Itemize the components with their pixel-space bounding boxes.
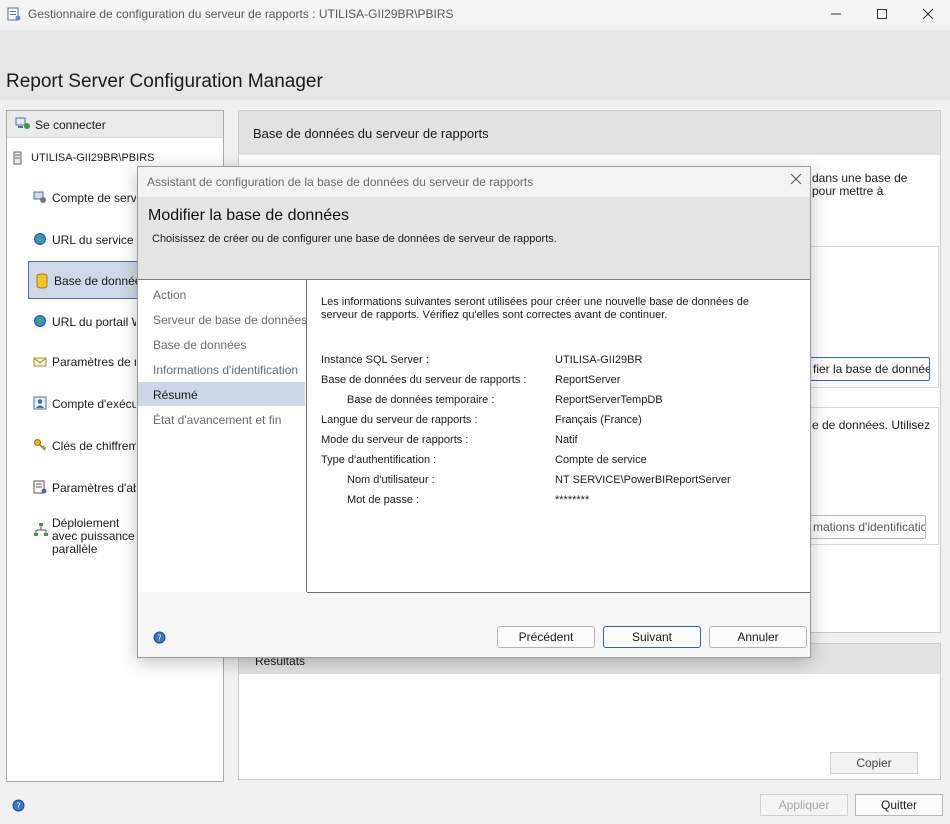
sidebar-item-label: Base de données <box>54 274 138 288</box>
minimize-button[interactable] <box>813 0 859 28</box>
copy-button[interactable]: Copier <box>830 752 918 774</box>
step-label: Serveur de base de données <box>153 313 308 327</box>
apply-button[interactable]: Appliquer <box>760 794 848 816</box>
svg-text:?: ? <box>16 802 20 811</box>
summary-key: Base de données du serveur de rapports : <box>321 374 527 386</box>
next-button[interactable]: Suivant <box>603 626 701 648</box>
summary-value: ReportServerTempDB <box>555 394 663 406</box>
dialog-header: Modifier la base de données Choisissez d… <box>138 197 810 280</box>
cancel-button[interactable]: Annuler <box>709 626 807 648</box>
dialog-close-button[interactable] <box>786 171 806 191</box>
sidebar-item-label: Compte d'exécution <box>52 397 136 411</box>
summary-pane: Les informations suivantes seront utilis… <box>307 280 810 593</box>
help-icon[interactable]: ? <box>153 631 166 647</box>
summary-value: Français (France) <box>555 414 642 426</box>
connect-icon <box>15 117 31 134</box>
server-icon <box>13 151 23 168</box>
minimize-icon <box>831 13 841 15</box>
content-description-2: pour mettre à <box>812 184 884 198</box>
summary-value: UTILISA-GII29BR <box>555 354 643 366</box>
app-title: Report Server Configuration Manager <box>6 71 323 92</box>
database-panel-header: Base de données du serveur de rapports <box>239 111 940 155</box>
maximize-icon <box>877 9 887 19</box>
title-bar: Gestionnaire de configuration du serveur… <box>0 0 950 30</box>
sidebar-item-label: Paramètres de messagerie <box>52 355 136 369</box>
web-url-icon <box>33 232 47 246</box>
portal-url-icon <box>33 314 47 328</box>
database-icon <box>35 273 49 289</box>
dialog-subheading: Choisissez de créer ou de configurer une… <box>152 233 557 245</box>
close-icon <box>922 8 934 20</box>
step-label: Base de données <box>153 338 247 352</box>
sidebar-item-label: Déploiement avec puissance parallèle <box>52 517 135 556</box>
window-title: Gestionnaire de configuration du serveur… <box>28 7 454 21</box>
svg-text:?: ? <box>157 634 161 643</box>
summary-key: Mode du serveur de rapports : <box>321 434 469 446</box>
maximize-button[interactable] <box>859 0 905 28</box>
step-action[interactable]: Action <box>138 282 305 306</box>
content-description-3: e de données. Utilisez <box>812 418 931 432</box>
app-window: Gestionnaire de configuration du serveur… <box>0 0 950 824</box>
database-wizard-dialog: Assistant de configuration de la base de… <box>137 166 811 658</box>
connect-button[interactable]: Se connecter <box>7 111 223 138</box>
sidebar-item-database[interactable]: Base de données <box>28 261 140 299</box>
server-name: UTILISA-GII29BR\PBIRS <box>31 152 155 164</box>
summary-key: Nom d'utilisateur : <box>347 474 435 486</box>
sidebar-item-label: Paramètres d'abonnement <box>52 481 136 495</box>
step-database[interactable]: Base de données <box>138 332 305 356</box>
step-progress-finish[interactable]: État d'avancement et fin <box>138 407 305 431</box>
service-account-icon <box>33 190 47 204</box>
summary-value: Compte de service <box>555 454 647 466</box>
app-icon <box>7 7 21 21</box>
dialog-footer: ? Précédent Suivant Annuler <box>138 593 810 657</box>
dialog-title-bar: Assistant de configuration de la base de… <box>138 167 810 197</box>
summary-value: NT SERVICE\PowerBIReportServer <box>555 474 731 486</box>
summary-intro: Les informations suivantes seront utilis… <box>321 296 750 321</box>
app-header: Report Server Configuration Manager <box>0 30 950 100</box>
database-panel-title: Base de données du serveur de rapports <box>253 126 489 141</box>
scale-out-icon <box>33 522 48 536</box>
step-label: État d'avancement et fin <box>153 413 282 427</box>
summary-value: ******** <box>555 494 590 506</box>
summary-key: Mot de passe : <box>347 494 420 506</box>
connect-label: Se connecter <box>35 118 106 132</box>
subscription-settings-icon <box>33 480 47 494</box>
summary-value: Natif <box>555 434 578 446</box>
sidebar-item-label: URL du portail Web <box>52 315 136 329</box>
help-icon[interactable]: ? <box>12 799 25 815</box>
step-credentials[interactable]: Informations d'identification <box>138 357 305 381</box>
sidebar-item-label: URL du service Web <box>52 233 136 247</box>
close-icon <box>790 173 802 185</box>
dialog-title: Assistant de configuration de la base de… <box>147 175 534 189</box>
close-button[interactable] <box>905 0 950 28</box>
email-settings-icon <box>33 354 47 368</box>
sidebar-item-label: Clés de chiffrement <box>52 439 136 453</box>
step-label: Résumé <box>153 388 198 402</box>
wizard-steps: Action Serveur de base de données Base d… <box>138 280 307 592</box>
summary-key: Langue du serveur de rapports : <box>321 414 478 426</box>
summary-key: Base de données temporaire : <box>347 394 495 406</box>
summary-value: ReportServer <box>555 374 621 386</box>
quit-button[interactable]: Quitter <box>855 794 943 816</box>
encryption-keys-icon <box>33 438 47 452</box>
summary-key: Instance SQL Server : <box>321 354 429 366</box>
dialog-heading: Modifier la base de données <box>148 207 350 224</box>
summary-key: Type d'authentification : <box>321 454 437 466</box>
server-node[interactable]: UTILISA-GII29BR\PBIRS <box>13 151 154 168</box>
change-credentials-button[interactable]: mations d'identification <box>806 515 926 539</box>
step-database-server[interactable]: Serveur de base de données <box>138 307 308 331</box>
step-label: Action <box>153 288 187 302</box>
execution-account-icon <box>33 396 47 410</box>
sidebar-item-label: Compte de service <box>52 191 136 205</box>
step-summary[interactable]: Résumé <box>138 382 305 406</box>
change-database-button[interactable]: fier la base de données <box>806 357 930 381</box>
previous-button[interactable]: Précédent <box>497 626 595 648</box>
step-label: Informations d'identification <box>153 363 299 377</box>
